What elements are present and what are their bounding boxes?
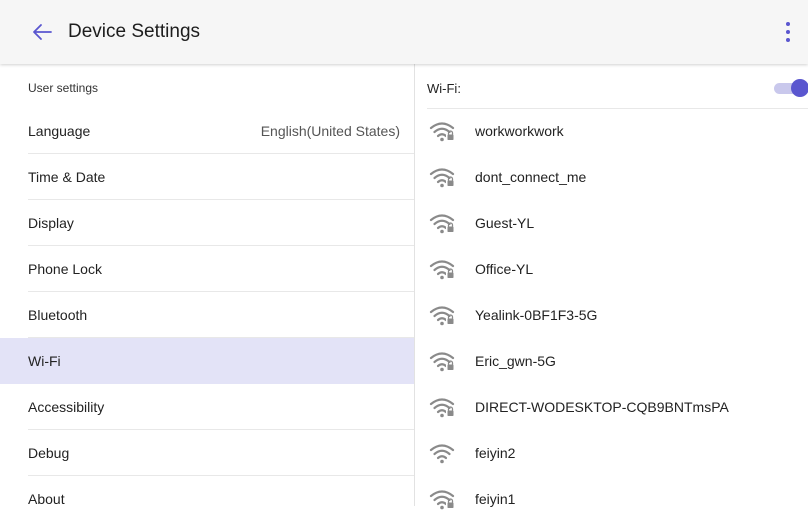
wifi-toggle[interactable] bbox=[772, 79, 808, 97]
sidebar-item-display[interactable]: Display bbox=[0, 200, 414, 246]
sidebar-item-bluetooth[interactable]: Bluetooth bbox=[0, 292, 414, 338]
settings-item-label: Accessibility bbox=[28, 399, 105, 415]
wifi-panel: Wi-Fi: workworkwork dont_connect_me Guest-… bbox=[415, 64, 808, 510]
wifi-ssid: Office-YL bbox=[475, 261, 534, 277]
settings-item-label: Wi-Fi bbox=[28, 353, 61, 369]
wifi-network-item[interactable]: feiyin1 bbox=[415, 476, 808, 522]
page-title: Device Settings bbox=[68, 21, 201, 42]
settings-item-label: Language bbox=[28, 123, 91, 139]
wifi-lock-icon bbox=[429, 490, 455, 510]
wifi-ssid: workworkwork bbox=[475, 123, 564, 139]
settings-list: User settings Language English(United Sta… bbox=[0, 64, 415, 507]
wifi-network-item[interactable]: Guest-YL bbox=[415, 200, 808, 246]
wifi-network-item[interactable]: Eric_gwn-5G bbox=[415, 338, 808, 384]
sidebar-item-language[interactable]: Language English(United States) bbox=[0, 108, 414, 154]
wifi-lock-icon bbox=[429, 168, 455, 188]
wifi-network-item[interactable]: Yealink-0BF1F3-5G bbox=[415, 292, 808, 338]
settings-item-label: About bbox=[28, 491, 65, 507]
settings-item-label: Phone Lock bbox=[28, 261, 102, 277]
arrow-left-icon[interactable] bbox=[30, 20, 54, 44]
settings-item-label: Debug bbox=[28, 445, 70, 461]
wifi-lock-icon bbox=[429, 260, 455, 280]
wifi-network-item[interactable]: DIRECT-WODESKTOP-CQB9BNTmsPA bbox=[415, 384, 808, 430]
wifi-lock-icon bbox=[429, 306, 455, 326]
sidebar-item-phone-lock[interactable]: Phone Lock bbox=[0, 246, 414, 292]
wifi-ssid: Eric_gwn-5G bbox=[475, 353, 556, 369]
wifi-ssid: Yealink-0BF1F3-5G bbox=[475, 307, 598, 323]
sidebar-item-accessibility[interactable]: Accessibility bbox=[0, 384, 414, 430]
wifi-network-item[interactable]: Office-YL bbox=[415, 246, 808, 292]
wifi-ssid: Guest-YL bbox=[475, 215, 535, 231]
wifi-network-item[interactable]: feiyin2 bbox=[415, 430, 808, 476]
sidebar-item-debug[interactable]: Debug bbox=[0, 430, 414, 476]
more-vertical-icon[interactable] bbox=[782, 20, 794, 44]
settings-item-label: Display bbox=[28, 215, 74, 231]
toggle-knob bbox=[791, 79, 808, 97]
wifi-lock-icon bbox=[429, 122, 455, 142]
settings-item-label: Bluetooth bbox=[28, 307, 88, 323]
settings-item-label: Time & Date bbox=[28, 169, 106, 185]
app-header: Device Settings bbox=[0, 0, 808, 64]
wifi-ssid: dont_connect_me bbox=[475, 169, 587, 185]
wifi-lock-icon bbox=[429, 214, 455, 234]
wifi-icon bbox=[429, 444, 455, 464]
section-title: User settings bbox=[28, 81, 99, 95]
settings-item-value: English(United States) bbox=[260, 123, 400, 139]
wifi-ssid: feiyin1 bbox=[475, 491, 516, 507]
wifi-network-item[interactable]: dont_connect_me bbox=[415, 154, 808, 200]
wifi-lock-icon bbox=[429, 398, 455, 418]
sidebar-item-about[interactable]: About bbox=[0, 476, 414, 522]
wifi-lock-icon bbox=[429, 352, 455, 372]
wifi-network-item[interactable]: workworkwork bbox=[415, 108, 808, 154]
sidebar-item-wi-fi[interactable]: Wi-Fi bbox=[0, 338, 414, 384]
wifi-ssid: feiyin2 bbox=[475, 445, 516, 461]
sidebar-item-time-date[interactable]: Time & Date bbox=[0, 154, 414, 200]
wifi-toggle-label: Wi-Fi: bbox=[427, 81, 461, 96]
wifi-ssid: DIRECT-WODESKTOP-CQB9BNTmsPA bbox=[475, 399, 729, 415]
